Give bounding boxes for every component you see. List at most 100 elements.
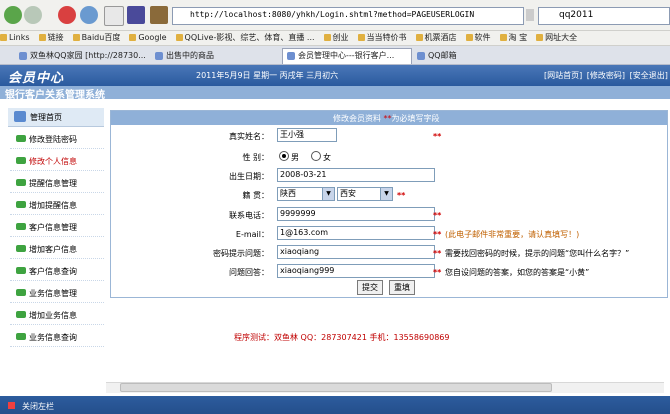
email-label: E-mail：: [235, 230, 269, 239]
sidebar-item-label: 业务信息查询: [29, 333, 77, 342]
origin-label: 籍 贯：: [242, 191, 269, 200]
tab-selling-items[interactable]: 出售中的商品: [150, 48, 268, 64]
bookmark-icon: [175, 34, 183, 41]
browser-toolbar: http://localhost:8080/yhkh/Login.shtml?m…: [0, 0, 670, 31]
bookmark-link[interactable]: 机票酒店: [415, 31, 457, 45]
close-sidebar-link[interactable]: 关闭左栏: [22, 401, 54, 412]
reset-button[interactable]: 重填: [389, 280, 415, 295]
sidebar-item[interactable]: 增加客户信息: [10, 239, 104, 259]
required-mark: **: [433, 230, 442, 239]
name-input[interactable]: 王小强: [277, 128, 337, 142]
dropdown-icon[interactable]: [526, 9, 534, 21]
bookmark-link[interactable]: 网址大全: [536, 31, 577, 45]
submit-button[interactable]: 提交: [357, 280, 383, 295]
bookmark-link[interactable]: Google: [129, 31, 167, 45]
sidebar-item[interactable]: 客户信息查询: [10, 261, 104, 281]
bookmark-icon: [499, 34, 507, 41]
sidebar-item[interactable]: 修改登陆密码: [10, 129, 104, 149]
bookmark-icon[interactable]: [150, 6, 168, 24]
tab-qq-mail[interactable]: QQ邮箱: [412, 48, 480, 64]
sidebar-item[interactable]: 客户信息管理: [10, 217, 104, 237]
name-label: 真实姓名：: [229, 132, 269, 141]
answer-input[interactable]: xiaoqiang999: [277, 264, 435, 278]
home-icon[interactable]: [104, 6, 124, 26]
phone-label: 联系电话：: [229, 211, 269, 220]
sidebar-item-label: 客户信息查询: [29, 267, 77, 276]
folder-icon: [16, 201, 26, 208]
footer-note: 程序测试：双鱼林 QQ：287307421 手机：13558690869: [234, 333, 450, 342]
mail-icon[interactable]: [127, 6, 145, 24]
folder-icon: [16, 135, 26, 142]
scrollbar-thumb[interactable]: [120, 383, 552, 392]
sidebar-item[interactable]: 增加业务信息: [10, 305, 104, 325]
folder-icon: [16, 157, 26, 164]
bookmark-icon: [129, 34, 137, 41]
bookmark-link[interactable]: Baidu百度: [72, 31, 120, 45]
sidebar-item[interactable]: 提醒信息管理: [10, 173, 104, 193]
bookmark-link[interactable]: QQLive-影视、综艺、体育、直播 ...: [175, 31, 315, 45]
sidebar-item[interactable]: 修改个人信息: [10, 151, 104, 171]
sidebar-item[interactable]: 业务信息管理: [10, 283, 104, 303]
chevron-down-icon: ▼: [322, 188, 334, 200]
sidebar-item-label: 修改登陆密码: [29, 135, 77, 144]
tab-member-center[interactable]: 会员管理中心---银行客户...: [282, 48, 412, 64]
tab-qq-home[interactable]: 双鱼林QQ家园 [http://28730...: [14, 48, 154, 64]
browser-tabs: 双鱼林QQ家园 [http://28730... 出售中的商品 会员管理中心--…: [0, 46, 670, 65]
question-input[interactable]: xiaoqiang: [277, 245, 435, 259]
bookmark-link[interactable]: 软件: [465, 31, 491, 45]
bookmark-link[interactable]: 创业: [323, 31, 349, 45]
bookmark-link[interactable]: 淘 宝: [499, 31, 527, 45]
sidebar-item-label: 增加客户信息: [29, 245, 77, 254]
bookmark-icon: [323, 34, 331, 41]
row-phone: 联系电话： 9999999 **: [111, 206, 667, 223]
folder-icon: [16, 245, 26, 252]
province-select[interactable]: 陕西 ▼: [277, 187, 335, 201]
row-question: 密码提示问题： xiaoqiang ** 需要找回密码的时候，提示的问题“您叫什…: [111, 244, 667, 261]
bookmark-icon: [357, 34, 365, 41]
change-password-link[interactable]: [修改密码]: [587, 71, 625, 80]
back-icon[interactable]: [4, 6, 22, 24]
folder-icon: [16, 267, 26, 274]
birth-input[interactable]: 2008-03-21: [277, 168, 435, 182]
phone-input[interactable]: 9999999: [277, 207, 435, 221]
gender-female-radio[interactable]: [311, 151, 321, 161]
panel-header: 修改会员资料 **为必填写字段: [111, 111, 667, 125]
sidebar: 管理首页 修改登陆密码修改个人信息 提醒信息管理增加提醒信息客户信息管理增加客户信…: [0, 108, 104, 370]
chevron-down-icon: ▼: [380, 188, 392, 200]
sidebar-item[interactable]: 业务信息查询: [10, 327, 104, 347]
address-bar[interactable]: http://localhost:8080/yhkh/Login.shtml?m…: [172, 7, 524, 25]
required-mark: **: [433, 211, 442, 220]
sidebar-head[interactable]: 管理首页: [8, 108, 104, 127]
gender-label: 性 别：: [242, 153, 269, 162]
city-select[interactable]: 西安 ▼: [337, 187, 393, 201]
folder-icon: [16, 223, 26, 230]
forward-icon[interactable]: [24, 6, 42, 24]
app-header: 会员中心 2011年5月9日 星期一 丙戌年 三月初六 [网站首页] [修改密码…: [0, 65, 670, 86]
bookmark-link[interactable]: 当当特价书: [357, 31, 407, 45]
header-date: 2011年5月9日 星期一 丙戌年 三月初六: [196, 71, 339, 80]
bookmark-icon: [72, 34, 80, 41]
email-input[interactable]: 1@163.com: [277, 226, 435, 240]
home-link[interactable]: [网站首页]: [544, 71, 582, 80]
sidebar-head-label: 管理首页: [30, 113, 62, 122]
bookmark-link[interactable]: Links: [0, 31, 30, 45]
sidebar-item[interactable]: 增加提醒信息: [10, 195, 104, 215]
bookmark-icon: [38, 34, 46, 41]
bookmark-link[interactable]: 链接: [38, 31, 64, 45]
panel-title: 修改会员资料 **为必填写字段: [333, 114, 440, 123]
stop-icon[interactable]: [58, 6, 76, 24]
bookmark-icon: [0, 34, 7, 41]
folder-icon: [16, 311, 26, 318]
refresh-icon[interactable]: [80, 6, 98, 24]
close-icon[interactable]: [8, 402, 15, 409]
logout-link[interactable]: [安全退出]: [630, 71, 668, 80]
gender-male-radio[interactable]: [279, 151, 289, 161]
sidebar-item-label: 增加业务信息: [29, 311, 77, 320]
email-hint: (此电子邮件非常重要，请认真填写！): [445, 230, 580, 239]
sidebar-item-label: 增加提醒信息: [29, 201, 77, 210]
search-input[interactable]: qq2011: [538, 7, 670, 25]
row-answer: 问题回答： xiaoqiang999 ** 您自设问题的答案，如您的答案是“小黄…: [111, 263, 667, 280]
answer-hint: 您自设问题的答案，如您的答案是“小黄”: [445, 268, 590, 277]
brand-logo: 会员中心: [8, 71, 65, 86]
row-origin: 籍 贯： 陕西 ▼ 西安 ▼ **: [111, 186, 667, 203]
